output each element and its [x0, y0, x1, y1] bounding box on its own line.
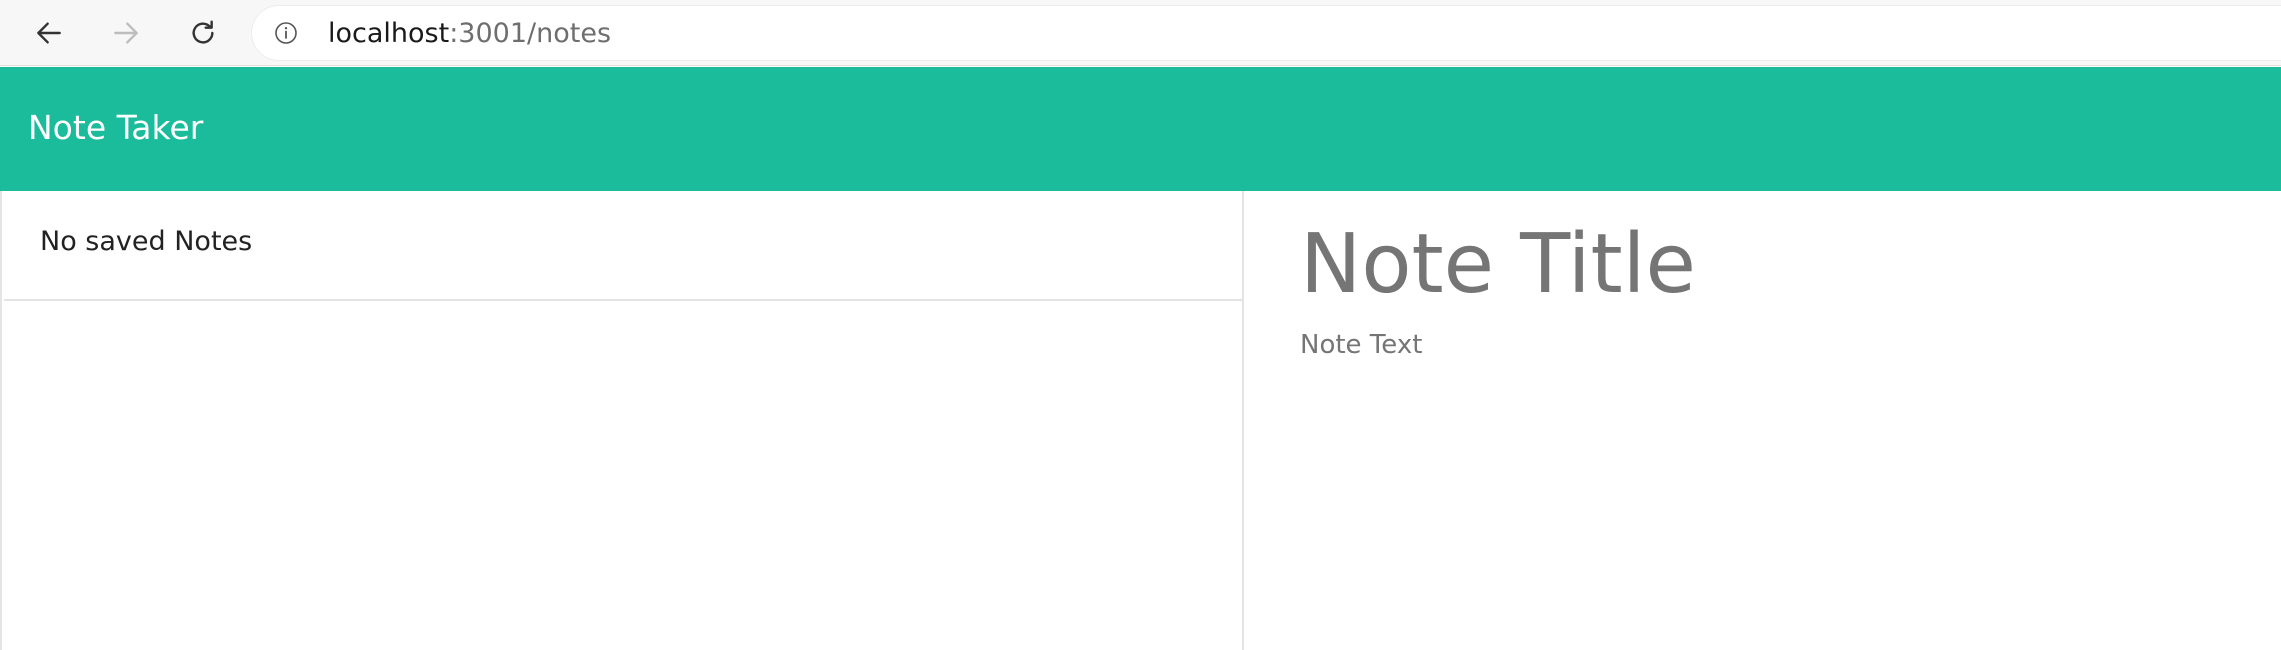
address-bar[interactable]: localhost:3001/notes	[252, 6, 2281, 60]
arrow-right-icon	[114, 22, 138, 44]
arrow-left-icon	[37, 22, 61, 44]
browser-toolbar: localhost:3001/notes	[0, 0, 2281, 66]
url-text[interactable]: localhost:3001/notes	[328, 20, 611, 47]
note-title-input[interactable]	[1300, 217, 2260, 313]
refresh-icon	[192, 20, 214, 44]
note-editor	[1244, 191, 2281, 650]
app-header: Note Taker	[0, 67, 2281, 191]
back-button[interactable]	[26, 10, 72, 56]
info-icon[interactable]	[274, 21, 298, 45]
url-host: localhost	[328, 18, 450, 49]
forward-button[interactable]	[103, 10, 149, 56]
list-item: No saved Notes	[4, 191, 1244, 301]
app-title[interactable]: Note Taker	[28, 110, 203, 146]
note-text-input[interactable]	[1300, 329, 2260, 629]
empty-notes-label: No saved Notes	[40, 226, 253, 257]
reload-button[interactable]	[180, 10, 226, 56]
notes-sidebar: No saved Notes	[0, 191, 1244, 650]
url-path: :3001/notes	[449, 18, 612, 49]
